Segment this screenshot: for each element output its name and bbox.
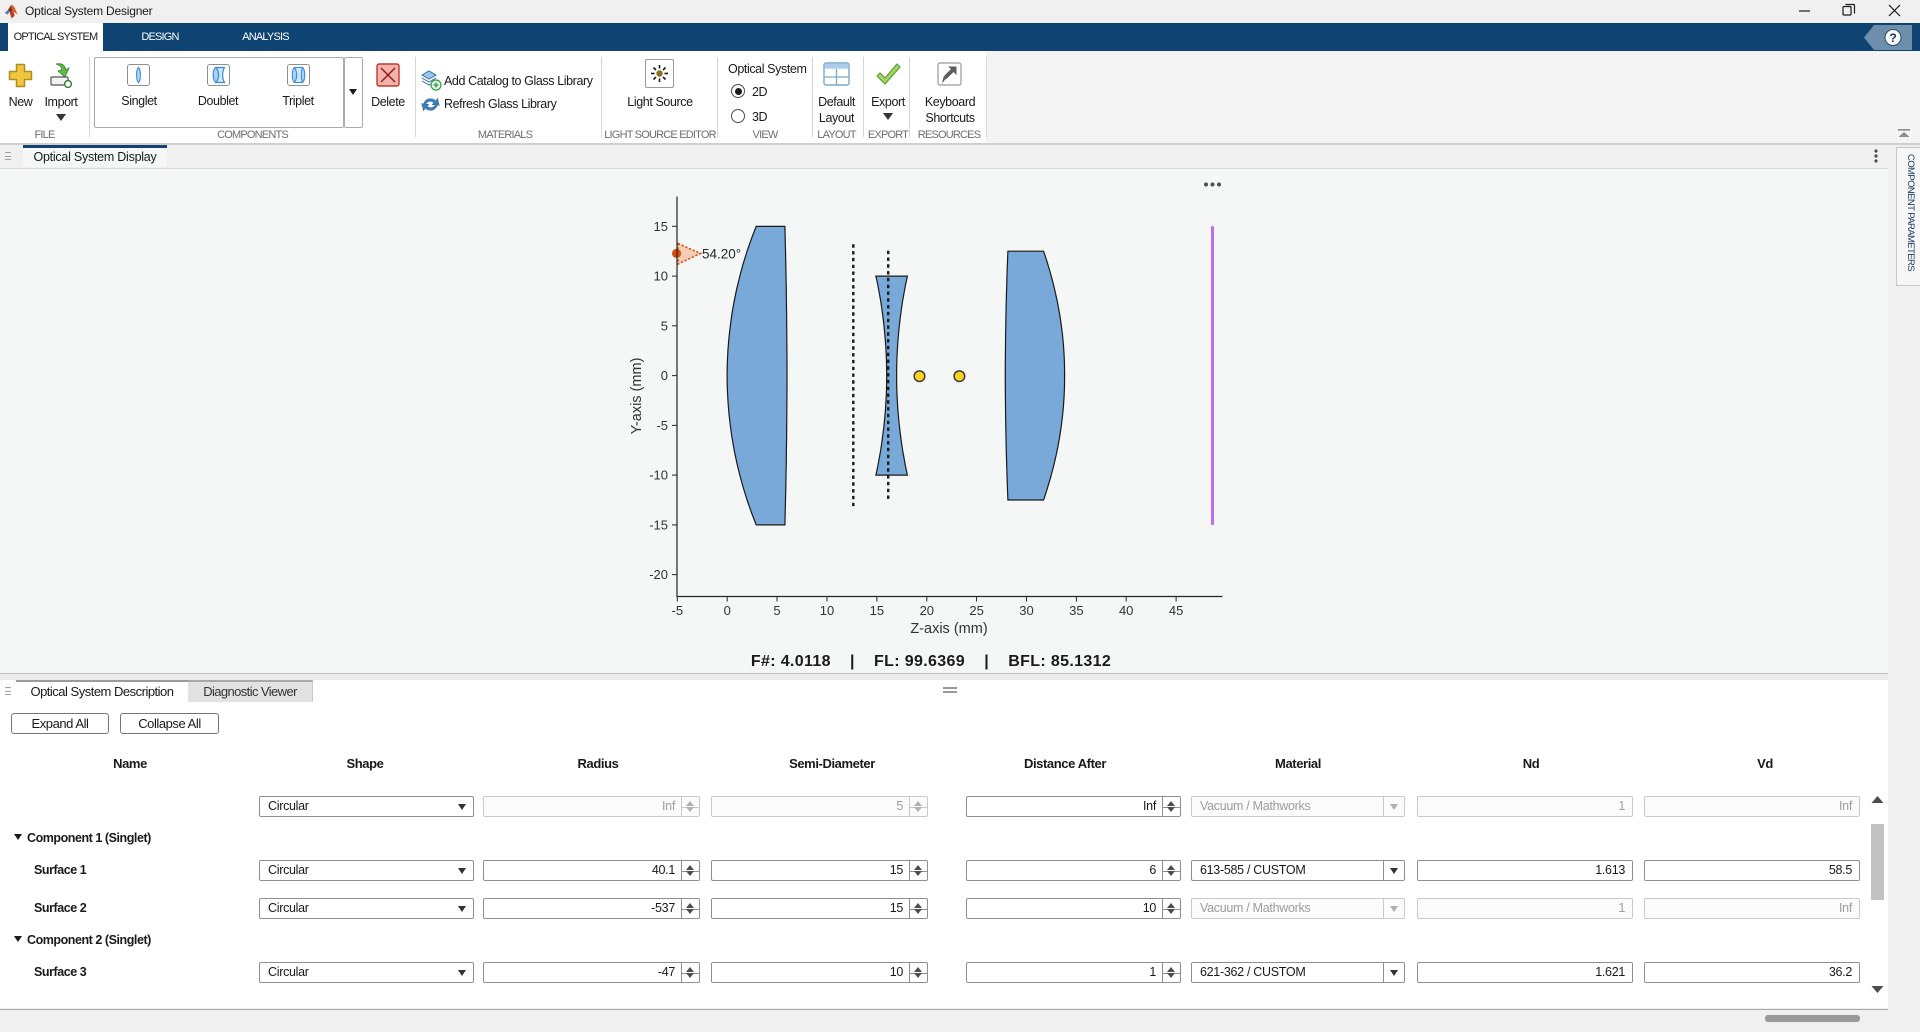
svg-text:25: 25 [969,603,983,618]
svg-text:54.20°: 54.20° [702,246,741,261]
svg-text:0: 0 [661,368,668,383]
svg-text:15: 15 [654,219,668,234]
svg-text:40: 40 [1119,603,1133,618]
svg-text:-20: -20 [649,567,668,582]
svg-text:15: 15 [870,603,884,618]
svg-text:10: 10 [820,603,834,618]
svg-text:?: ? [1889,31,1896,45]
svg-text:Z-axis (mm): Z-axis (mm) [910,621,987,637]
svg-text:20: 20 [920,603,934,618]
svg-text:45: 45 [1169,603,1183,618]
svg-text:-10: -10 [649,468,668,483]
svg-text:-15: -15 [649,517,668,532]
svg-text:Y-axis (mm): Y-axis (mm) [629,358,645,435]
svg-text:-5: -5 [672,603,684,618]
svg-text:10: 10 [654,269,668,284]
svg-text:30: 30 [1019,603,1033,618]
svg-text:F#: 4.0118 | FL: 99.6369: F#: 4.0118 | FL: 99.6369 | BFL: 85.1312 [751,653,1111,670]
svg-text:5: 5 [661,318,668,333]
svg-text:5: 5 [773,603,780,618]
svg-text:0: 0 [724,603,731,618]
svg-text:-5: -5 [656,418,668,433]
svg-text:35: 35 [1069,603,1083,618]
